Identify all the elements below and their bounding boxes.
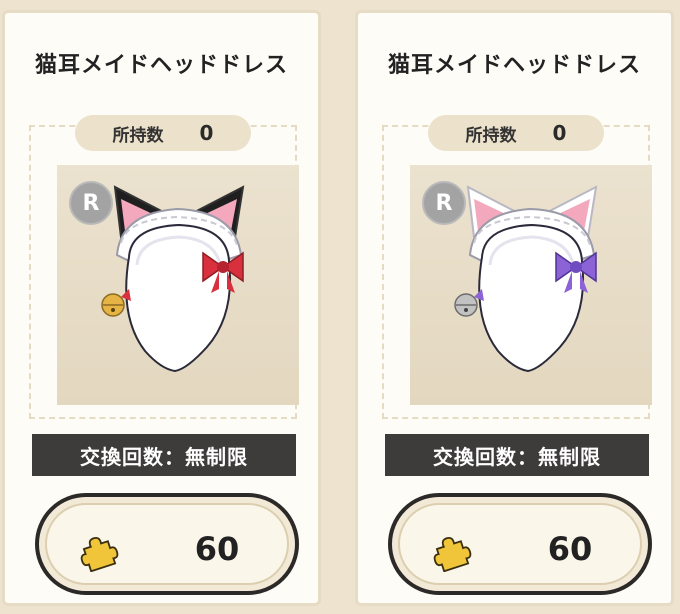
owned-count: 0	[199, 121, 214, 145]
puzzle-piece-icon	[433, 536, 472, 572]
item-image[interactable]: R	[57, 165, 299, 405]
exchange-limit-label: 交換回数：無制限	[32, 434, 296, 476]
item-name: 猫耳メイドヘッドドレス	[34, 53, 288, 78]
shop-item-card[interactable]: 猫耳メイドヘッドドレス 所持数 0 R 交換回数：無制限 60	[2, 10, 321, 606]
exchange-limit-label: 交換回数：無制限	[385, 434, 649, 476]
shop-item-card[interactable]: 猫耳メイドヘッドドレス 所持数 0 R 交換回数：無制限 60	[355, 10, 674, 606]
owned-label: 所持数	[465, 125, 517, 146]
price-value: 60	[547, 530, 593, 568]
exchange-price-button[interactable]: 60	[388, 493, 652, 595]
owned-count-badge: 所持数 0	[428, 115, 604, 151]
item-name: 猫耳メイドヘッドドレス	[387, 53, 641, 78]
puzzle-piece-icon	[80, 536, 119, 572]
owned-count-badge: 所持数 0	[75, 115, 251, 151]
rarity-badge: R	[422, 181, 466, 225]
rarity-badge: R	[69, 181, 113, 225]
price-button-inner: 60	[45, 503, 289, 585]
owned-count: 0	[552, 121, 567, 145]
price-value: 60	[194, 530, 240, 568]
item-image[interactable]: R	[410, 165, 652, 405]
owned-label: 所持数	[112, 125, 164, 146]
price-button-inner: 60	[398, 503, 642, 585]
exchange-price-button[interactable]: 60	[35, 493, 299, 595]
